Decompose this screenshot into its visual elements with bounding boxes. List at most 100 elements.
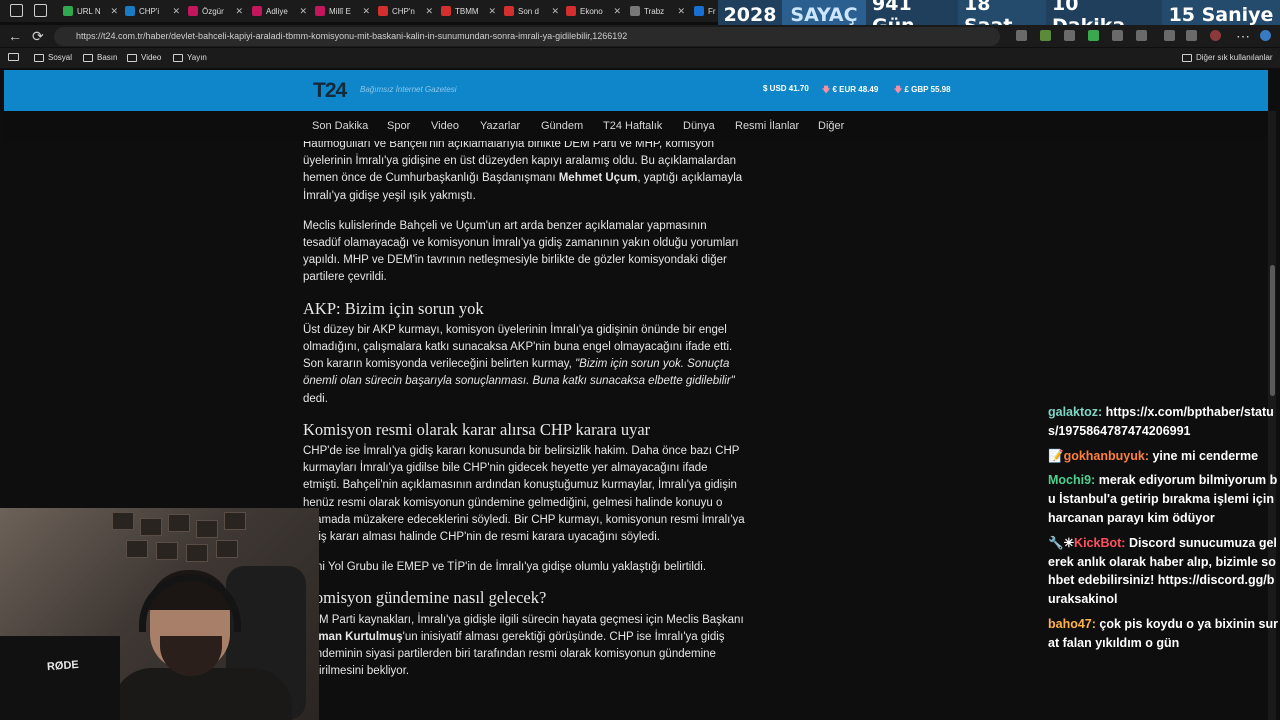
folder-icon [173,53,183,62]
extension-icon[interactable] [1136,30,1147,41]
window-menu-icon[interactable] [10,4,23,17]
chat-username[interactable]: KickBot: [1074,536,1125,550]
shield-icon[interactable] [1186,30,1197,41]
site-header: T24 Bağımsız İnternet Gazetesi $ USD 41.… [4,70,1268,111]
url-field[interactable]: https://t24.com.tr/haber/devlet-bahceli-… [54,27,1000,46]
browser-tab[interactable]: CHP'n ✕ [374,2,437,20]
bookmark-folder[interactable]: Basın [83,53,117,62]
tab-title: Millî E [329,6,351,16]
extension-icon[interactable] [1016,30,1027,41]
nav-t24-haftalik[interactable]: T24 Haftalık [603,120,662,132]
paragraph: CHP'de ise İmralı'ya gidiş kararı konusu… [303,445,745,544]
nav-yazarlar[interactable]: Yazarlar [480,120,520,132]
down-arrow-icon: 🡇 [822,85,831,94]
gbp-rate-value: £ GBP 55.98 [904,85,951,94]
tab-title: Ekono [580,6,603,16]
nav-diger[interactable]: Diğer [818,120,844,132]
other-bookmarks[interactable]: Diğer sık kullanılanlar [1182,53,1272,62]
browser-tab[interactable]: Ekono ✕ [562,2,625,20]
main-nav: Son Dakika Spor Video Yazarlar Gündem T2… [4,111,1268,141]
close-tab-icon[interactable]: ✕ [110,6,118,17]
tab-title: Trabz [644,6,665,16]
paragraph: DEM Parti kaynakları, İmralı'ya gidişle … [303,612,745,681]
site-logo[interactable]: T24 [313,79,347,103]
tab-favicon-icon [188,6,198,16]
chat-username[interactable]: galaktoz: [1048,405,1102,419]
paragraph: Yeni Yol Grubu ile EMEP ve TİP'in de İmr… [303,561,707,574]
chat-username[interactable]: gokhanbuyuk: [1064,449,1149,463]
nav-gundem[interactable]: Gündem [541,120,583,132]
mic-brand: RØDE [46,658,80,674]
down-arrow-icon: 🡇 [894,85,903,94]
nav-video[interactable]: Video [431,120,459,132]
bookmark-label: Sosyal [48,53,73,62]
scrollbar-thumb[interactable] [1270,265,1275,396]
streamer-body [112,668,292,720]
close-tab-icon[interactable]: ✕ [488,6,496,17]
folder-icon [34,53,44,62]
tab-title: Son d [518,6,539,16]
browser-tab[interactable]: Özgür ✕ [184,2,247,20]
stream-chat: galaktoz: https://x.com/bpthaber/status/… [1048,403,1280,720]
person-link[interactable]: Mehmet Uçum [559,172,638,184]
section-heading: Komisyon resmi olarak karar alırsa CHP k… [303,419,651,439]
avatar[interactable] [1210,30,1221,41]
browser-tab[interactable]: TBMM ✕ [437,2,500,20]
bookmark-folder[interactable]: Sosyal [34,53,72,62]
tab-favicon-icon [630,6,640,16]
other-bookmarks-label: Diğer sık kullanılanlar [1196,53,1273,62]
browser-tab[interactable]: Millî E ✕ [311,2,374,20]
close-tab-icon[interactable]: ✕ [677,6,685,17]
nav-resmi-ilanlar[interactable]: Resmi İlanlar [735,120,799,132]
extension-icon[interactable] [1112,30,1123,41]
chat-badge-icon: 🔧✳ [1048,535,1075,550]
close-tab-icon[interactable]: ✕ [235,6,243,17]
tab-title: Özgür [202,6,224,16]
usd-rate: $ USD 41.70 [763,84,809,93]
tab-title: Adliye [266,6,288,16]
extension-icon[interactable] [1088,30,1099,41]
extension-icon[interactable] [1040,30,1051,41]
paragraph: Meclis kulislerinde Bahçeli ve Uçum'un a… [303,219,739,284]
nav-spor[interactable]: Spor [387,120,410,132]
back-icon[interactable]: ← [8,27,22,45]
browser-tab[interactable]: URL N ✕ [59,2,122,20]
browser-tab[interactable]: Trabz ✕ [626,2,689,20]
tab-title: URL N [77,6,101,16]
close-tab-icon[interactable]: ✕ [362,6,370,17]
bookmark-folder[interactable]: Video [127,53,161,62]
microphone [0,636,120,720]
gbp-rate: 🡇 £ GBP 55.98 [894,84,951,98]
tab-favicon-icon [441,6,451,16]
chat-username[interactable]: baho47: [1048,617,1096,631]
chat-badge-icon: 📝 [1048,448,1064,463]
nav-dunya[interactable]: Dünya [683,120,715,132]
paragraph: Üst düzey bir AKP kurmayı, komisyon üyel… [303,322,745,408]
favorites-icon[interactable] [1164,30,1175,41]
refresh-icon[interactable]: ⟳ [32,27,44,45]
section-heading: AKP: Bizim için sorun yok [303,298,484,318]
nav-son-dakika[interactable]: Son Dakika [312,120,368,132]
bookmark-folder[interactable]: Yayın [173,53,207,62]
close-tab-icon[interactable]: ✕ [172,6,180,17]
bookmark-menu-icon[interactable] [8,53,19,61]
copilot-icon[interactable] [1260,30,1271,41]
more-icon[interactable]: ⋯ [1236,27,1250,45]
browser-tab[interactable]: Son d ✕ [500,2,563,20]
browser-tab[interactable]: CHP'i ✕ [121,2,184,20]
close-tab-icon[interactable]: ✕ [551,6,559,17]
browser-tab[interactable]: Adliye ✕ [248,2,311,20]
tab-actions-icon[interactable] [34,4,47,17]
close-tab-icon[interactable]: ✕ [425,6,433,17]
folder-icon [1182,53,1192,62]
close-tab-icon[interactable]: ✕ [299,6,307,17]
close-tab-icon[interactable]: ✕ [613,6,621,17]
extension-icon[interactable] [1064,30,1075,41]
tab-title: TBMM [455,6,479,16]
chat-username[interactable]: Mochi9: [1048,473,1095,487]
chat-message: baho47: çok pis koydu o ya bixinin surat… [1048,615,1280,653]
tab-favicon-icon [694,6,704,16]
tab-favicon-icon [378,6,388,16]
chat-message: galaktoz: https://x.com/bpthaber/status/… [1048,403,1280,441]
bookmarks-bar: Sosyal Basın Video Yayın Diğer sık kulla… [0,48,1280,68]
